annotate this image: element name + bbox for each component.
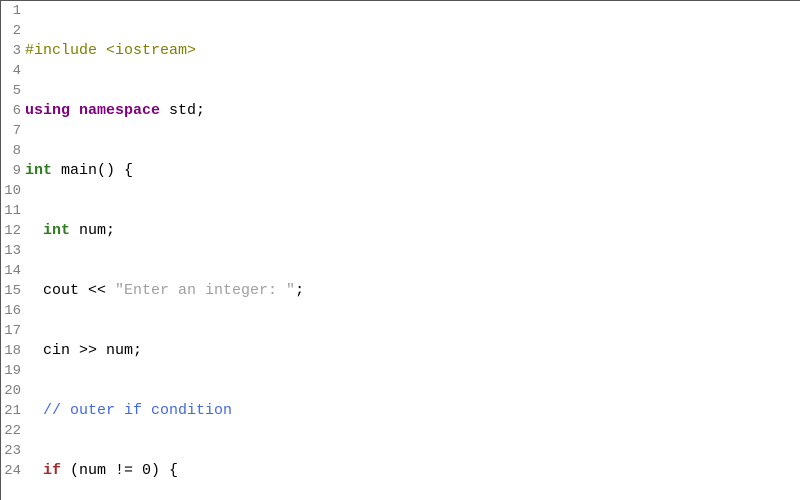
line-number: 11 xyxy=(1,201,21,221)
indent xyxy=(25,402,43,419)
line-number: 12 xyxy=(1,221,21,241)
identifier-token: ; xyxy=(295,282,304,299)
preprocessor-token: #include xyxy=(25,42,97,59)
keyword-token: namespace xyxy=(79,102,160,119)
line-number: 17 xyxy=(1,321,21,341)
keyword-token: using xyxy=(25,102,70,119)
identifier-token: (num != 0) { xyxy=(61,462,178,479)
code-line: #include <iostream> xyxy=(25,41,800,61)
indent xyxy=(25,282,43,299)
line-number: 13 xyxy=(1,241,21,261)
string-token: "Enter an integer: " xyxy=(115,282,295,299)
indent xyxy=(25,342,43,359)
type-token: int xyxy=(25,162,52,179)
identifier-token: cout << xyxy=(43,282,115,299)
line-number: 5 xyxy=(1,81,21,101)
line-number: 22 xyxy=(1,421,21,441)
line-number: 24 xyxy=(1,461,21,481)
line-number: 9 xyxy=(1,161,21,181)
comment-token: // outer if condition xyxy=(43,402,232,419)
line-number: 21 xyxy=(1,401,21,421)
line-number: 3 xyxy=(1,41,21,61)
line-number: 8 xyxy=(1,141,21,161)
line-number: 6 xyxy=(1,101,21,121)
line-number: 7 xyxy=(1,121,21,141)
line-number: 10 xyxy=(1,181,21,201)
identifier-token: cin >> num; xyxy=(43,342,142,359)
line-number: 14 xyxy=(1,261,21,281)
type-token: int xyxy=(43,222,70,239)
line-number: 15 xyxy=(1,281,21,301)
indent xyxy=(25,462,43,479)
line-number-gutter: 1 2 3 4 5 6 7 8 9 10 11 12 13 14 15 16 1… xyxy=(1,1,25,500)
code-area[interactable]: #include <iostream> using namespace std;… xyxy=(25,1,800,500)
identifier-token: main() { xyxy=(52,162,133,179)
code-line: int num; xyxy=(25,221,800,241)
code-line: int main() { xyxy=(25,161,800,181)
line-number: 23 xyxy=(1,441,21,461)
code-editor: 1 2 3 4 5 6 7 8 9 10 11 12 13 14 15 16 1… xyxy=(0,0,800,500)
line-number: 19 xyxy=(1,361,21,381)
line-number: 16 xyxy=(1,301,21,321)
line-number: 18 xyxy=(1,341,21,361)
include-target: <iostream> xyxy=(97,42,196,59)
line-number: 2 xyxy=(1,21,21,41)
code-line: using namespace std; xyxy=(25,101,800,121)
indent xyxy=(25,222,43,239)
code-line: cout << "Enter an integer: "; xyxy=(25,281,800,301)
identifier-token: std; xyxy=(160,102,205,119)
code-line: // outer if condition xyxy=(25,401,800,421)
line-number: 4 xyxy=(1,61,21,81)
line-number: 20 xyxy=(1,381,21,401)
line-number: 1 xyxy=(1,1,21,21)
identifier-token: num; xyxy=(70,222,115,239)
code-line: cin >> num; xyxy=(25,341,800,361)
code-line: if (num != 0) { xyxy=(25,461,800,481)
keyword-token: if xyxy=(43,462,61,479)
